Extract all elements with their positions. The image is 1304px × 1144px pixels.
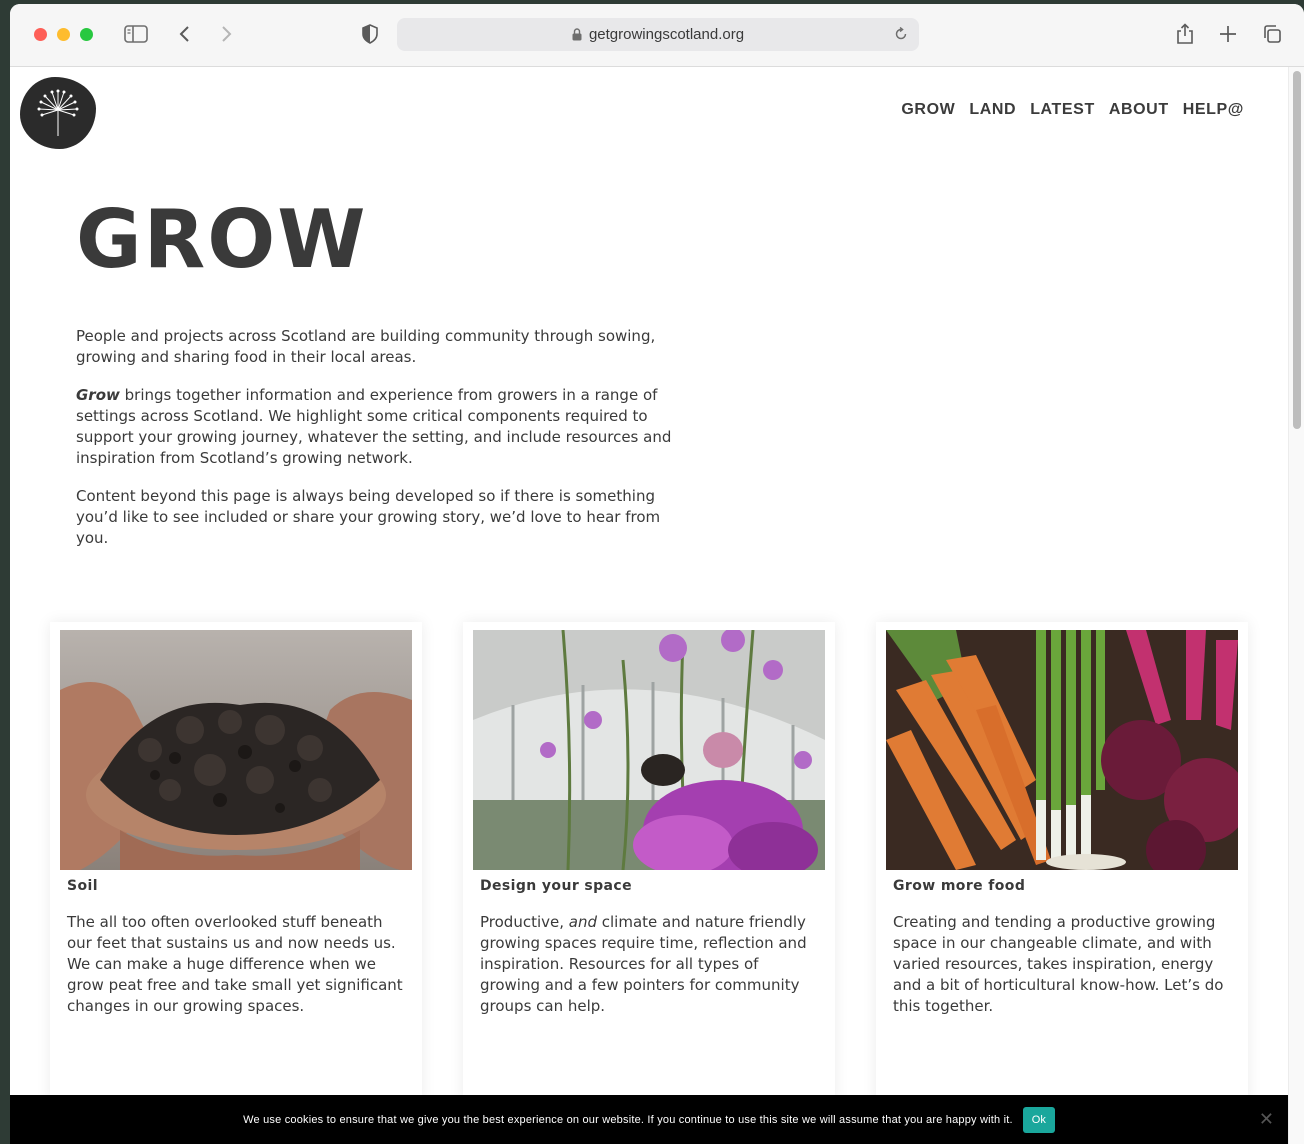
card-description-text: Productive, — [480, 913, 569, 931]
card-title[interactable]: Soil — [67, 878, 98, 894]
web-page: GROW LAND LATEST ABOUT HELP@ GROW People… — [10, 67, 1288, 1144]
nav-help[interactable]: HELP@ — [1183, 101, 1244, 119]
close-window-button[interactable] — [34, 28, 47, 41]
card-title[interactable]: Design your space — [480, 878, 632, 894]
card-soil[interactable]: Soil The all too often overlooked stuff … — [50, 622, 422, 1102]
browser-toolbar: getgrowingscotland.org — [10, 4, 1304, 67]
nav-land[interactable]: LAND — [969, 101, 1016, 119]
card-description: Creating and tending a productive growin… — [893, 913, 1224, 1015]
card-description: Productive, and climate and nature frien… — [480, 912, 816, 1017]
dandelion-icon — [37, 89, 79, 136]
intro-paragraph-2: Grow brings together information and exp… — [76, 385, 676, 469]
nav-latest[interactable]: LATEST — [1030, 101, 1095, 119]
new-tab-icon[interactable] — [1214, 20, 1242, 48]
shield-icon[interactable] — [356, 20, 384, 48]
cookie-ok-button[interactable]: Ok — [1022, 1106, 1055, 1133]
tabs-icon[interactable] — [1258, 20, 1286, 48]
intro-text: People and projects across Scotland are … — [76, 326, 676, 566]
close-icon[interactable]: ✕ — [1259, 1110, 1274, 1128]
card-description-emphasis: and — [568, 913, 597, 931]
back-icon[interactable] — [171, 20, 199, 48]
lock-icon — [572, 28, 582, 41]
soil-image[interactable] — [60, 630, 412, 870]
page-scrollbar[interactable] — [1288, 67, 1304, 1144]
card-grow-more-food[interactable]: Grow more food Creating and tending a pr… — [876, 622, 1248, 1102]
card-design-your-space[interactable]: Design your space Productive, and climat… — [463, 622, 835, 1102]
intro-paragraph-2-text: brings together information and experien… — [76, 386, 672, 467]
forward-icon[interactable] — [212, 20, 240, 48]
topic-cards: Soil The all too often overlooked stuff … — [50, 622, 1248, 1102]
address-bar[interactable]: getgrowingscotland.org — [397, 18, 919, 51]
card-description: The all too often overlooked stuff benea… — [67, 913, 403, 1015]
site-logo[interactable] — [20, 77, 96, 149]
cookie-banner: We use cookies to ensure that we give yo… — [10, 1095, 1288, 1144]
vegetables-image[interactable] — [886, 630, 1238, 870]
share-icon[interactable] — [1171, 20, 1199, 48]
design-space-image[interactable] — [473, 630, 825, 870]
scrollbar-thumb[interactable] — [1293, 71, 1301, 429]
browser-window: getgrowingscotland.org GROW LAND LATEST … — [10, 4, 1304, 1144]
page-title: GROW — [76, 193, 368, 286]
intro-paragraph-3: Content beyond this page is always being… — [76, 487, 661, 547]
nav-about[interactable]: ABOUT — [1109, 101, 1169, 119]
cookie-message: We use cookies to ensure that we give yo… — [243, 1113, 1013, 1126]
reload-icon[interactable] — [891, 24, 911, 44]
card-title[interactable]: Grow more food — [893, 878, 1025, 894]
nav-grow[interactable]: GROW — [901, 101, 955, 119]
grow-emphasis: Grow — [76, 386, 120, 404]
sidebar-icon[interactable] — [122, 20, 150, 48]
minimize-window-button[interactable] — [57, 28, 70, 41]
zoom-window-button[interactable] — [80, 28, 93, 41]
intro-paragraph-1: People and projects across Scotland are … — [76, 327, 656, 366]
url-text: getgrowingscotland.org — [588, 26, 745, 43]
main-nav: GROW LAND LATEST ABOUT HELP@ — [901, 101, 1244, 119]
